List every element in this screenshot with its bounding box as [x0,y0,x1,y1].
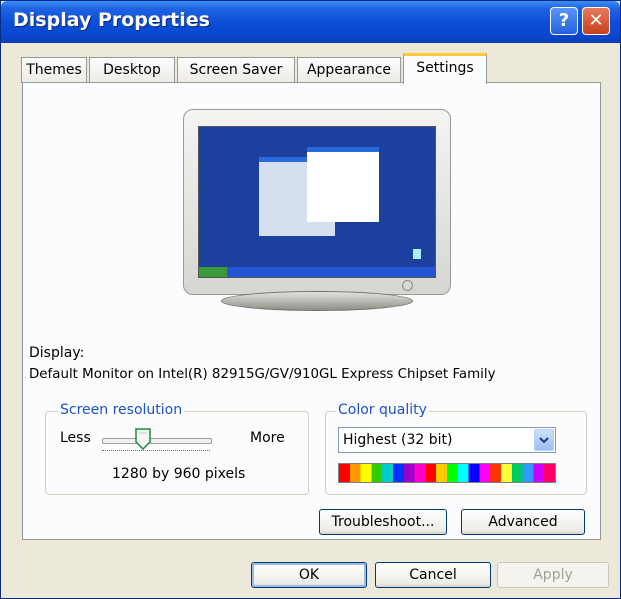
help-button[interactable]: ? [550,7,578,35]
tab-settings[interactable]: Settings [403,53,487,84]
troubleshoot-button[interactable]: Troubleshoot... [319,509,447,535]
monitor-bezel [183,109,451,295]
advanced-button[interactable]: Advanced [461,509,585,535]
window-title: Display Properties [13,9,210,31]
color-quality-value: Highest (32 bit) [343,432,453,448]
resolution-less-label: Less [60,430,91,446]
display-properties-window: Display Properties ? ✕ Themes Desktop Sc… [0,0,621,599]
color-quality-title: Color quality [336,402,429,418]
recycle-bin-icon [413,249,421,259]
desktop-preview [198,126,436,278]
resolution-value: 1280 by 960 pixels [112,466,246,482]
resolution-slider-thumb[interactable] [135,428,151,450]
screen-resolution-group: Screen resolution Less More 1280 by 960 … [45,402,309,495]
power-button-icon [402,280,413,291]
screen-resolution-title: Screen resolution [58,402,185,418]
apply-button[interactable]: Apply [497,562,609,588]
help-icon: ? [558,10,570,31]
start-button-icon [199,267,227,277]
tab-themes[interactable]: Themes [21,57,87,83]
monitor-stand [221,291,413,311]
tab-appearance[interactable]: Appearance [297,57,401,83]
color-quality-swatch [338,463,556,483]
display-label: Display: [29,345,85,361]
resolution-slider-ticks [102,450,210,455]
resolution-slider-track[interactable] [102,438,212,444]
display-device-name: Default Monitor on Intel(R) 82915G/GV/91… [29,367,496,382]
close-icon: ✕ [588,10,604,31]
ok-button[interactable]: OK [251,562,367,588]
preview-window-icon [307,147,379,222]
preview-taskbar [199,267,435,277]
title-bar[interactable]: Display Properties ? ✕ [1,1,620,43]
cancel-button[interactable]: Cancel [375,562,491,588]
close-button[interactable]: ✕ [582,7,610,35]
resolution-more-label: More [250,430,285,446]
chevron-down-icon[interactable] [534,429,554,451]
tab-desktop[interactable]: Desktop [89,57,175,83]
monitor-preview [183,109,453,319]
color-quality-select[interactable]: Highest (32 bit) [338,427,556,453]
tab-screen-saver[interactable]: Screen Saver [177,57,295,83]
